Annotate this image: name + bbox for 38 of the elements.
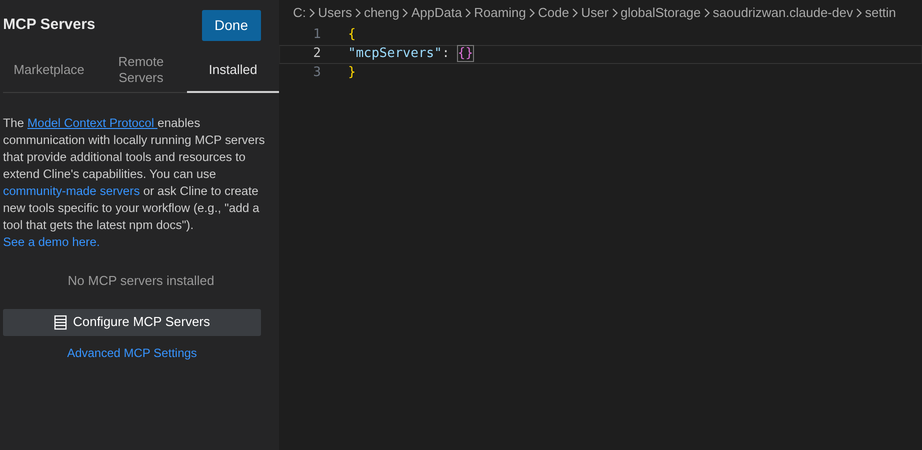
line-number: 2 [312, 45, 321, 64]
description-text: The Model Context Protocol enables communication with locally running MCP servers that provide additional tools and resources to extend Cline's capabilities. You can use community-made servers or ask Cline to create new tools specific to your workflow (e.g., "add a tool that gets the latest npm docs"). See a demo here. [3, 115, 266, 251]
chevron-icon [572, 8, 578, 18]
breadcrumb-item[interactable]: cheng [364, 3, 400, 22]
code-line: { [347, 26, 356, 44]
done-button[interactable]: Done [202, 10, 261, 41]
advanced-settings-link[interactable]: Advanced MCP Settings [3, 344, 261, 362]
breadcrumb-item[interactable]: Roaming [474, 3, 526, 22]
code-line: } [347, 64, 356, 82]
chevron-icon [354, 8, 361, 18]
chevron-icon [309, 8, 315, 18]
breadcrumb-item[interactable]: Code [538, 3, 570, 22]
breadcrumb-item[interactable]: globalStorage [620, 3, 701, 22]
breadcrumb-item[interactable]: saoudrizwan.claude-dev [712, 3, 853, 22]
chevron-icon [612, 8, 618, 18]
line-number: 3 [312, 64, 321, 82]
configure-button[interactable]: Configure MCP Servers [3, 308, 261, 336]
code-line: "mcpServers": {} [347, 45, 474, 64]
breadcrumb-item[interactable]: C: [293, 3, 306, 22]
breadcrumb-item[interactable]: AppData [411, 3, 462, 22]
link[interactable]: community-made servers [3, 184, 140, 198]
tab[interactable]: Installed [187, 49, 279, 93]
chevron-icon [402, 8, 408, 18]
breadcrumb-item[interactable]: Users [318, 3, 352, 22]
tab[interactable]: Remote Servers [95, 49, 187, 93]
chevron-icon [464, 8, 471, 18]
panel-title: MCP Servers [3, 15, 96, 36]
tab[interactable]: Marketplace [3, 49, 95, 93]
breadcrumb-item[interactable]: User [581, 3, 609, 22]
server-icon [54, 314, 67, 330]
breadcrumb-item[interactable]: settin [864, 3, 896, 22]
link[interactable]: Model Context Protocol [27, 116, 158, 130]
line-number: 1 [312, 26, 321, 44]
link[interactable]: See a demo here. [3, 235, 100, 249]
chevron-icon [856, 8, 862, 18]
chevron-icon [529, 8, 535, 18]
empty-message: No MCP servers installed [66, 272, 216, 290]
chevron-icon [704, 8, 710, 18]
